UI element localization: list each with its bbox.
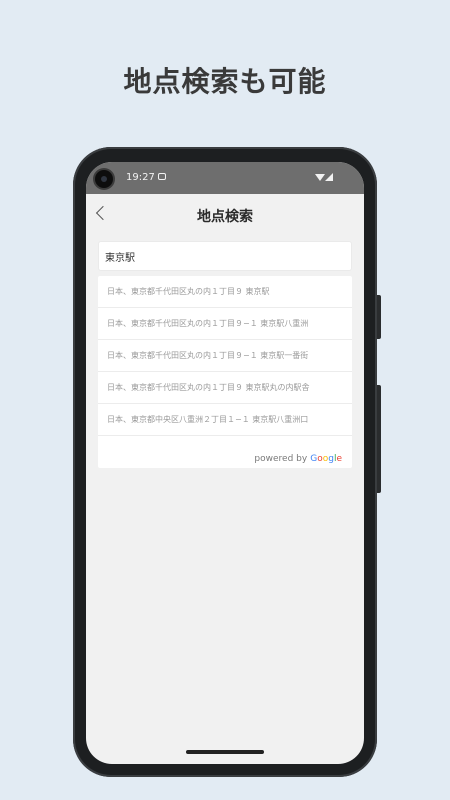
phone-volume-button — [377, 385, 381, 493]
result-item[interactable]: 日本、東京都千代田区丸の内１丁目９−１ 東京駅一番街 — [98, 340, 352, 372]
status-bar: 19:27 — [86, 162, 364, 194]
result-item[interactable]: 日本、東京都千代田区丸の内１丁目９−１ 東京駅八重洲 — [98, 308, 352, 340]
powered-by-label: powered by — [254, 454, 308, 464]
gesture-nav-handle[interactable] — [186, 750, 264, 754]
app-bar: 地点検索 — [86, 194, 364, 238]
status-time: 19:27 — [126, 172, 155, 183]
result-text: 日本、東京都千代田区丸の内１丁目９ 東京駅 — [107, 287, 270, 296]
phone-power-button — [377, 295, 381, 339]
powered-by-wrap: powered by Google — [254, 446, 342, 465]
result-item[interactable]: 日本、東京都千代田区丸の内１丁目９ 東京駅丸の内駅舎 — [98, 372, 352, 404]
wifi-icon — [315, 174, 325, 181]
notification-icon — [158, 173, 166, 180]
phone-screen: 19:27 地点検索 日本、東京都千代田区丸の内１丁目９ 東京駅 日本、東京都千… — [86, 162, 364, 764]
google-logo: Google — [310, 454, 342, 464]
search-box — [98, 241, 352, 271]
autocomplete-results: 日本、東京都千代田区丸の内１丁目９ 東京駅 日本、東京都千代田区丸の内１丁目９−… — [98, 276, 352, 468]
search-input[interactable] — [105, 247, 345, 265]
result-text: 日本、東京都千代田区丸の内１丁目９−１ 東京駅八重洲 — [107, 319, 309, 328]
promo-headline: 地点検索も可能 — [123, 65, 327, 98]
powered-by-google: powered by Google — [98, 440, 352, 464]
result-text: 日本、東京都千代田区丸の内１丁目９ 東京駅丸の内駅舎 — [107, 383, 310, 392]
result-item[interactable]: 日本、東京都千代田区丸の内１丁目９ 東京駅 — [98, 276, 352, 308]
google-letter: e — [336, 454, 342, 464]
front-camera — [95, 170, 113, 188]
result-item[interactable]: 日本、東京都中央区八重洲２丁目１−１ 東京駅八重洲口 — [98, 404, 352, 436]
signal-icon — [325, 173, 333, 181]
result-text: 日本、東京都中央区八重洲２丁目１−１ 東京駅八重洲口 — [107, 415, 309, 424]
result-text: 日本、東京都千代田区丸の内１丁目９−１ 東京駅一番街 — [107, 351, 309, 360]
page-title: 地点検索 — [197, 209, 253, 225]
